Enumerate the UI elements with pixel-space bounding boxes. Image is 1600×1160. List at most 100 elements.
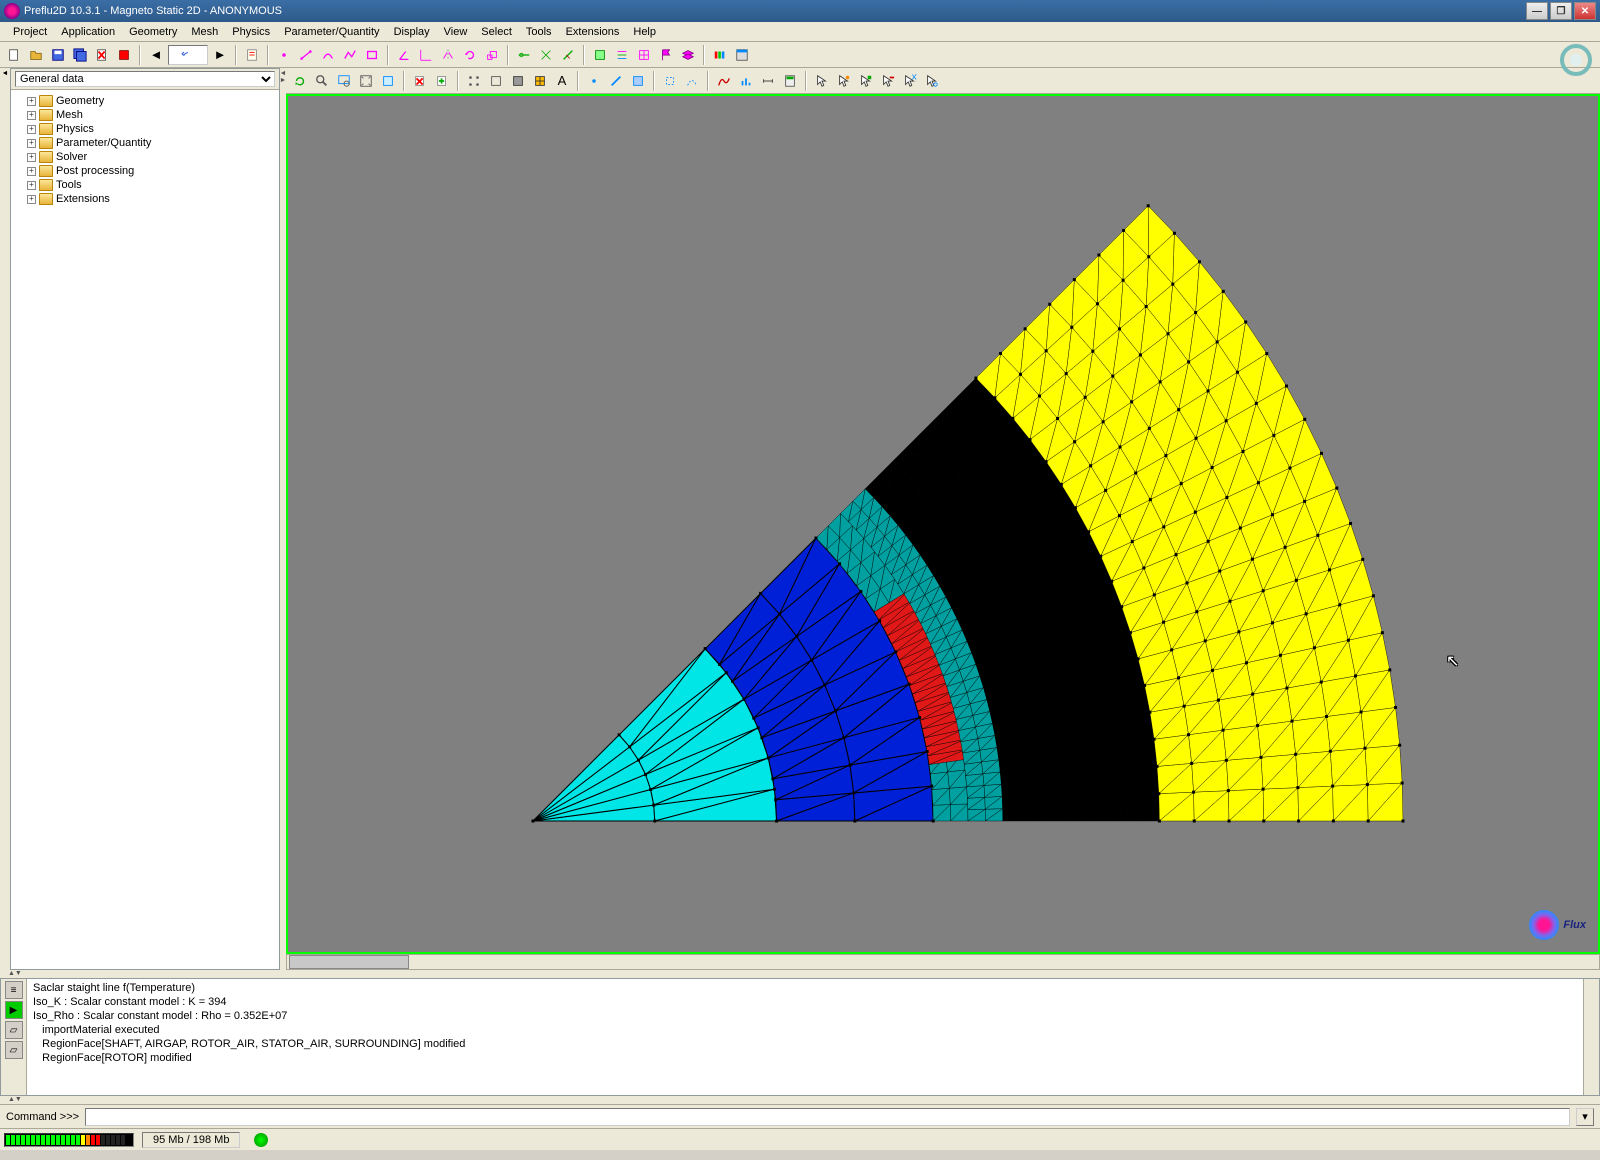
disp-points-icon[interactable] (464, 71, 484, 91)
window-icon[interactable] (732, 45, 752, 65)
mirror-tool-icon[interactable] (438, 45, 458, 65)
horizontal-scrollbar[interactable] (286, 954, 1600, 970)
menu-extensions[interactable]: Extensions (559, 24, 627, 40)
snap2-icon[interactable] (536, 45, 556, 65)
console-scrollbar[interactable] (1583, 979, 1599, 1095)
tree-item-geometry[interactable]: +Geometry (15, 94, 275, 108)
graph-icon[interactable] (714, 71, 734, 91)
scale-tool-icon[interactable] (482, 45, 502, 65)
command-input[interactable] (85, 1108, 1570, 1126)
tree-item-extensions[interactable]: +Extensions (15, 192, 275, 206)
angle-tool-icon[interactable] (394, 45, 414, 65)
lines-tool-icon[interactable] (612, 45, 632, 65)
menu-display[interactable]: Display (387, 24, 437, 40)
palette-icon[interactable] (710, 45, 730, 65)
sel-tool1-icon[interactable] (660, 71, 680, 91)
app-icon (4, 3, 20, 19)
cursor6-icon[interactable] (922, 71, 942, 91)
refresh-icon[interactable] (290, 71, 310, 91)
menu-mesh[interactable]: Mesh (184, 24, 225, 40)
tree-item-physics[interactable]: +Physics (15, 122, 275, 136)
menu-project[interactable]: Project (6, 24, 54, 40)
forward-icon[interactable]: ► (210, 45, 230, 65)
memory-meter (4, 1133, 134, 1147)
tree-label: Extensions (56, 193, 110, 205)
splitter-horizontal[interactable]: ▲▼ (0, 970, 1600, 978)
console-run-icon[interactable]: ▶ (5, 1001, 23, 1019)
delete-icon[interactable] (92, 45, 112, 65)
chart-icon[interactable] (736, 71, 756, 91)
coord-tool-icon[interactable] (416, 45, 436, 65)
add-icon[interactable] (432, 71, 452, 91)
cursor4-icon[interactable] (878, 71, 898, 91)
console-output: Saclar staight line f(Temperature) Iso_K… (27, 979, 1583, 1095)
flag-tool-icon[interactable] (656, 45, 676, 65)
calc-icon[interactable] (780, 71, 800, 91)
tree-item-solver[interactable]: +Solver (15, 150, 275, 164)
menu-geometry[interactable]: Geometry (122, 24, 184, 40)
back-icon[interactable]: ◄ (146, 45, 166, 65)
line-tool-icon[interactable] (296, 45, 316, 65)
polyline-tool-icon[interactable] (340, 45, 360, 65)
console-filter1-icon[interactable]: ≡ (5, 981, 23, 999)
layers-tool-icon[interactable] (678, 45, 698, 65)
tree-item-postproc[interactable]: +Post processing (15, 164, 275, 178)
save-icon[interactable] (48, 45, 68, 65)
menu-select[interactable]: Select (474, 24, 519, 40)
cursor1-icon[interactable] (812, 71, 832, 91)
sel-tool2-icon[interactable] (682, 71, 702, 91)
menu-view[interactable]: View (437, 24, 475, 40)
pick-point-icon[interactable] (584, 71, 604, 91)
console-filter3-icon[interactable]: ▱ (5, 1041, 23, 1059)
snap1-icon[interactable] (514, 45, 534, 65)
open-icon[interactable] (26, 45, 46, 65)
delete2-icon[interactable] (410, 71, 430, 91)
splitter-horizontal-2[interactable]: ▲▼ (0, 1096, 1600, 1104)
menu-physics[interactable]: Physics (225, 24, 277, 40)
tree-item-tools[interactable]: +Tools (15, 178, 275, 192)
save-all-icon[interactable] (70, 45, 90, 65)
disp-faces-icon[interactable] (508, 71, 528, 91)
menu-help[interactable]: Help (626, 24, 663, 40)
sidebar-collapse[interactable]: ◄ (0, 68, 10, 970)
disp-label-icon[interactable]: A (552, 71, 572, 91)
tree-item-parameter[interactable]: +Parameter/Quantity (15, 136, 275, 150)
zoom-fit-icon[interactable] (378, 71, 398, 91)
undo-icon[interactable] (168, 45, 208, 65)
meas-icon[interactable] (758, 71, 778, 91)
minimize-button[interactable]: — (1526, 2, 1548, 20)
tree-item-mesh[interactable]: +Mesh (15, 108, 275, 122)
tree-label: Tools (56, 179, 82, 191)
snap3-icon[interactable] (558, 45, 578, 65)
pick-edge-icon[interactable] (606, 71, 626, 91)
disp-lines-icon[interactable] (486, 71, 506, 91)
stop-icon[interactable] (114, 45, 134, 65)
zoom-icon[interactable] (312, 71, 332, 91)
rotate-tool-icon[interactable] (460, 45, 480, 65)
script-icon[interactable] (242, 45, 262, 65)
point-tool-icon[interactable] (274, 45, 294, 65)
menu-application[interactable]: Application (54, 24, 122, 40)
cursor5-icon[interactable]: xy (900, 71, 920, 91)
new-icon[interactable] (4, 45, 24, 65)
console-filter2-icon[interactable]: ▱ (5, 1021, 23, 1039)
pick-face-icon[interactable] (628, 71, 648, 91)
arc-tool-icon[interactable] (318, 45, 338, 65)
menu-tools[interactable]: Tools (519, 24, 559, 40)
cursor3-icon[interactable] (856, 71, 876, 91)
command-dropdown-icon[interactable]: ▾ (1576, 1108, 1594, 1126)
fill-tool-icon[interactable] (634, 45, 654, 65)
rect-tool-icon[interactable] (362, 45, 382, 65)
statusbar: 95 Mb / 198 Mb (0, 1128, 1600, 1150)
close-button[interactable]: ✕ (1574, 2, 1596, 20)
toolbar-main: ◄ ► (0, 42, 1600, 68)
viewport[interactable]: ↖ Flux (286, 94, 1600, 954)
zoom-window-icon[interactable] (334, 71, 354, 91)
menu-parameter[interactable]: Parameter/Quantity (277, 24, 386, 40)
disp-mesh-icon[interactable] (530, 71, 550, 91)
maximize-button[interactable]: ❐ (1550, 2, 1572, 20)
zoom-extents-icon[interactable] (356, 71, 376, 91)
sidebar-dropdown[interactable]: General data (15, 71, 275, 87)
region-tool-icon[interactable] (590, 45, 610, 65)
cursor2-icon[interactable] (834, 71, 854, 91)
